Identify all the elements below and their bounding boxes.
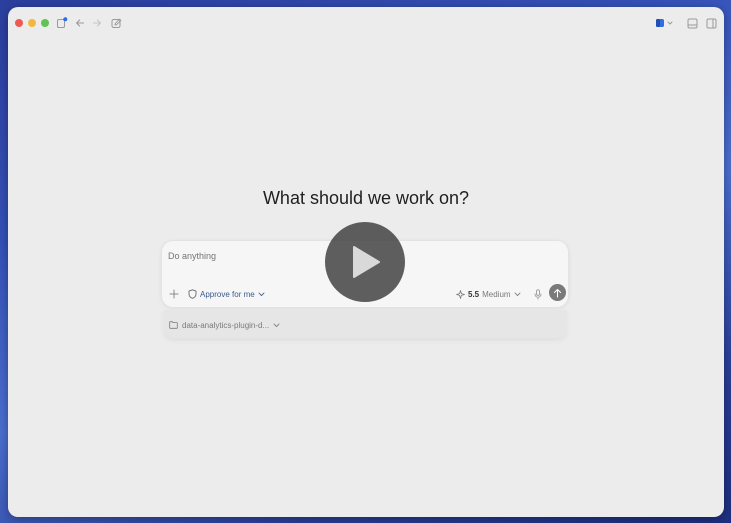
maximize-window-button[interactable]: [41, 19, 49, 27]
minimize-window-button[interactable]: [28, 19, 36, 27]
project-name: data-analytics-plugin-d...: [182, 320, 270, 330]
add-attachment-button[interactable]: [168, 288, 180, 300]
sidebar-toggle-icon[interactable]: [55, 16, 69, 30]
folder-icon: [169, 321, 178, 329]
bottom-panel-icon[interactable]: [685, 16, 699, 30]
shield-icon: [188, 289, 197, 299]
compose-icon[interactable]: [109, 16, 123, 30]
play-icon: [353, 246, 380, 278]
chevron-down-icon: [273, 323, 280, 327]
arrow-up-icon: [553, 288, 562, 298]
video-play-button[interactable]: [325, 222, 405, 302]
approval-mode-button[interactable]: Approve for me: [188, 288, 265, 300]
page-title: What should we work on?: [262, 188, 470, 208]
model-version: 5.5: [468, 289, 480, 299]
voice-input-button[interactable]: [532, 288, 544, 300]
send-button[interactable]: [549, 284, 566, 301]
model-effort: Medium: [482, 289, 511, 299]
right-panel-icon[interactable]: [704, 16, 718, 30]
project-selector-button[interactable]: data-analytics-plugin-d...: [169, 319, 280, 331]
project-bar: data-analytics-plugin-d...: [163, 310, 567, 338]
model-selector-button[interactable]: 5.5 Medium: [456, 288, 521, 300]
forward-button[interactable]: [90, 16, 104, 30]
chevron-down-icon: [514, 292, 521, 296]
app-switcher-icon[interactable]: [654, 16, 676, 30]
approval-mode-label: Approve for me: [200, 289, 255, 299]
plus-icon: [169, 289, 179, 299]
close-window-button[interactable]: [15, 19, 23, 27]
chevron-down-icon: [258, 292, 265, 296]
prompt-input[interactable]: [168, 251, 468, 261]
back-button[interactable]: [73, 16, 87, 30]
title-bar: [8, 7, 724, 39]
microphone-icon: [534, 288, 542, 299]
sparkle-icon: [456, 289, 465, 299]
